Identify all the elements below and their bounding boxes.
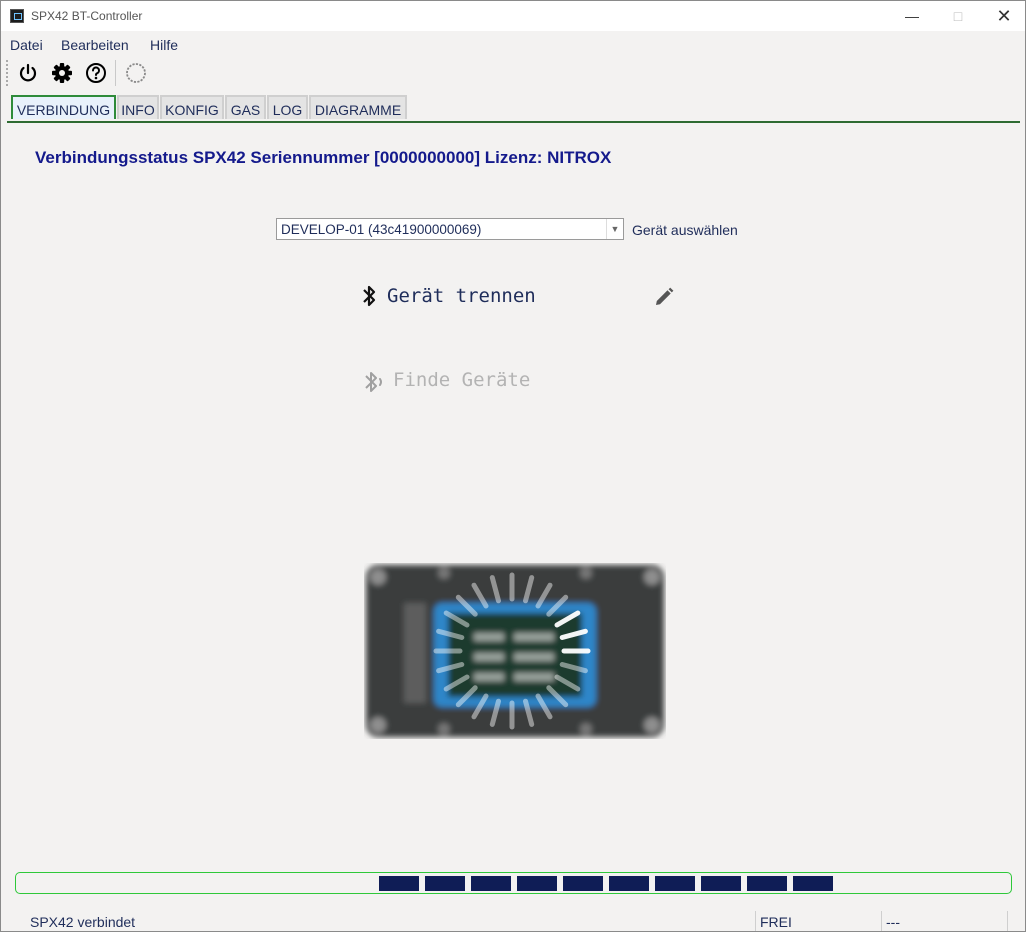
maximize-button[interactable]: □ bbox=[935, 1, 981, 31]
progress-block bbox=[563, 876, 603, 891]
gear-icon[interactable] bbox=[51, 62, 73, 84]
progress-block bbox=[379, 876, 419, 891]
status-text: SPX42 verbindet bbox=[30, 914, 136, 930]
device-image bbox=[364, 563, 666, 739]
progress-block bbox=[655, 876, 695, 891]
app-icon bbox=[10, 9, 24, 23]
device-select[interactable]: DEVELOP-01 (43c41900000069) ▼ bbox=[276, 218, 624, 240]
minimize-button[interactable]: — bbox=[889, 1, 935, 31]
status-bar: SPX42 verbindet FREI --- bbox=[1, 909, 1025, 931]
status-separator bbox=[1007, 911, 1008, 931]
device-select-value: DEVELOP-01 (43c41900000069) bbox=[281, 222, 482, 237]
status-mode: FREI bbox=[760, 914, 792, 930]
edit-icon[interactable] bbox=[653, 286, 675, 308]
device-select-label: Gerät auswählen bbox=[632, 222, 738, 238]
chevron-down-icon[interactable]: ▼ bbox=[606, 219, 623, 239]
title-bar: SPX42 BT-Controller — □ ✕ bbox=[1, 1, 1025, 31]
progress-bar bbox=[15, 872, 1012, 894]
tab-verbindung[interactable]: VERBINDUNG bbox=[11, 95, 116, 119]
menu-bearbeiten[interactable]: Bearbeiten bbox=[61, 37, 129, 53]
tab-info[interactable]: INFO bbox=[117, 95, 159, 119]
progress-block bbox=[425, 876, 465, 891]
status-separator bbox=[755, 911, 756, 931]
progress-block bbox=[793, 876, 833, 891]
app-window: SPX42 BT-Controller — □ ✕ Datei Bearbeit… bbox=[0, 0, 1026, 932]
tab-diagramme[interactable]: DIAGRAMME bbox=[309, 95, 407, 119]
tab-konfig[interactable]: KONFIG bbox=[160, 95, 224, 119]
window-title: SPX42 BT-Controller bbox=[31, 9, 143, 23]
progress-block bbox=[609, 876, 649, 891]
progress-block bbox=[471, 876, 511, 891]
help-icon[interactable] bbox=[85, 62, 107, 84]
connection-status-heading: Verbindungsstatus SPX42 Seriennummer [00… bbox=[35, 148, 612, 167]
progress-block bbox=[517, 876, 557, 891]
menu-hilfe[interactable]: Hilfe bbox=[150, 37, 178, 53]
find-devices-label: Finde Geräte bbox=[393, 369, 531, 391]
menu-datei[interactable]: Datei bbox=[10, 37, 43, 53]
toolbar-grip bbox=[6, 60, 10, 86]
spinner-icon[interactable] bbox=[125, 62, 147, 84]
tab-underline bbox=[7, 121, 1020, 123]
progress-block bbox=[701, 876, 741, 891]
tab-log[interactable]: LOG bbox=[267, 95, 308, 119]
status-separator bbox=[881, 911, 882, 931]
progress-block bbox=[747, 876, 787, 891]
toolbar bbox=[1, 56, 1025, 90]
power-icon[interactable] bbox=[17, 62, 39, 84]
disconnect-label: Gerät trennen bbox=[387, 285, 536, 307]
menu-bar: Datei Bearbeiten Hilfe bbox=[1, 32, 1025, 54]
tab-gas[interactable]: GAS bbox=[225, 95, 266, 119]
bluetooth-searching-icon bbox=[365, 372, 382, 392]
close-button[interactable]: ✕ bbox=[981, 1, 1025, 31]
bluetooth-icon bbox=[363, 285, 376, 307]
status-extra: --- bbox=[886, 914, 900, 930]
toolbar-separator bbox=[115, 60, 116, 86]
